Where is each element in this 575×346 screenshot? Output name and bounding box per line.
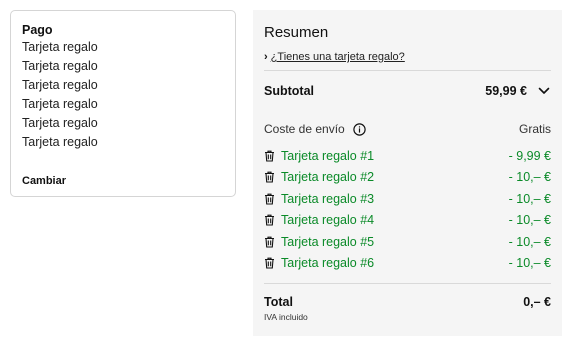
shipping-label: Coste de envío	[264, 122, 345, 136]
gift-card-label: Tarjeta regalo #3	[281, 191, 375, 206]
gift-card-label: Tarjeta regalo #5	[281, 234, 375, 249]
gift-card-amount: - 9,99 €	[508, 148, 551, 163]
trash-icon[interactable]	[264, 193, 275, 205]
gift-card-amount: - 10,– €	[508, 191, 551, 206]
trash-icon[interactable]	[264, 171, 275, 183]
gift-card-label: Tarjeta regalo #4	[281, 213, 375, 228]
payment-method-item: Tarjeta regalo	[22, 116, 98, 130]
payment-methods-list: Tarjeta regalo Tarjeta regalo Tarjeta re…	[22, 38, 224, 152]
payment-method-item: Tarjeta regalo	[22, 59, 98, 73]
gift-card-link-label: ¿Tienes una tarjeta regalo?	[270, 51, 405, 63]
gift-card-row: Tarjeta regalo #2 - 10,– €	[264, 167, 551, 189]
summary-title: Resumen	[264, 24, 329, 41]
gift-card-label: Tarjeta regalo #1	[281, 148, 375, 163]
total-value: 0,– €	[523, 295, 551, 309]
payment-method-item: Tarjeta regalo	[22, 40, 98, 54]
order-summary-panel: Resumen › ¿Tienes una tarjeta regalo? Su…	[253, 10, 562, 336]
info-icon[interactable]	[353, 122, 366, 136]
gift-card-row: Tarjeta regalo #1 - 9,99 €	[264, 145, 551, 167]
gift-card-row: Tarjeta regalo #3 - 10,– €	[264, 188, 551, 210]
chevron-right-icon: ›	[264, 51, 268, 63]
chevron-down-icon	[538, 87, 550, 94]
gift-card-list: Tarjeta regalo #1 - 9,99 € Tarjeta regal…	[264, 145, 551, 274]
subtotal-toggle[interactable]: Subtotal 59,99 €	[264, 71, 551, 111]
payment-method-item: Tarjeta regalo	[22, 97, 98, 111]
payment-method-item: Tarjeta regalo	[22, 78, 98, 92]
subtotal-label: Subtotal	[264, 84, 314, 98]
divider	[264, 283, 551, 284]
trash-icon[interactable]	[264, 150, 275, 162]
gift-card-link[interactable]: › ¿Tienes una tarjeta regalo?	[264, 49, 551, 65]
change-payment-button[interactable]: Cambiar	[22, 175, 66, 187]
payment-card: Pago Tarjeta regalo Tarjeta regalo Tarje…	[10, 10, 236, 197]
trash-icon[interactable]	[264, 257, 275, 269]
trash-icon[interactable]	[264, 214, 275, 226]
shipping-value: Gratis	[518, 122, 551, 136]
gift-card-label: Tarjeta regalo #6	[281, 256, 375, 271]
vat-note: IVA incluido	[264, 312, 308, 322]
gift-card-amount: - 10,– €	[508, 213, 551, 228]
total-row: Total IVA incluido 0,– €	[264, 295, 551, 322]
shipping-row: Coste de envío Gratis	[264, 119, 551, 139]
payment-method-item: Tarjeta regalo	[22, 135, 98, 149]
subtotal-value: 59,99 €	[485, 84, 527, 98]
gift-card-row: Tarjeta regalo #6 - 10,– €	[264, 253, 551, 275]
gift-card-row: Tarjeta regalo #5 - 10,– €	[264, 231, 551, 253]
payment-title: Pago	[22, 23, 53, 37]
gift-card-row: Tarjeta regalo #4 - 10,– €	[264, 210, 551, 232]
gift-card-amount: - 10,– €	[508, 256, 551, 271]
gift-card-amount: - 10,– €	[508, 234, 551, 249]
gift-card-label: Tarjeta regalo #2	[281, 170, 375, 185]
trash-icon[interactable]	[264, 236, 275, 248]
total-label: Total	[264, 295, 293, 309]
gift-card-amount: - 10,– €	[508, 170, 551, 185]
